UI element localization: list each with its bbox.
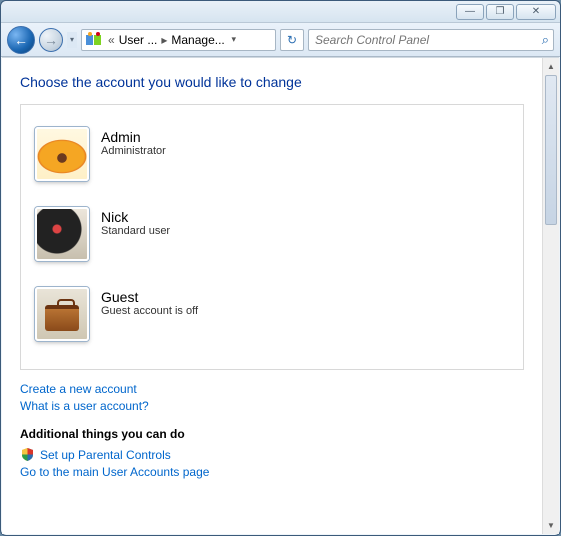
breadcrumb[interactable]: « User ... ▸ Manage... ▾ xyxy=(81,29,276,51)
search-box[interactable]: ⌕ xyxy=(308,29,554,51)
breadcrumb-user[interactable]: User ... xyxy=(117,33,160,47)
scroll-down-button[interactable]: ▼ xyxy=(543,517,559,534)
refresh-icon: ↻ xyxy=(287,33,297,47)
account-role-label: Standard user xyxy=(101,225,170,237)
back-button[interactable]: ← xyxy=(7,26,35,54)
scroll-up-button[interactable]: ▲ xyxy=(543,58,559,75)
accounts-panel: Admin Administrator Nick Standard user G… xyxy=(20,104,524,370)
breadcrumb-overflow[interactable]: « xyxy=(106,33,117,47)
content: Choose the account you would like to cha… xyxy=(2,58,542,534)
titlebar: — ❐ ✕ xyxy=(1,1,560,23)
what-is-account-link[interactable]: What is a user account? xyxy=(20,399,524,413)
account-name-label: Admin xyxy=(101,129,166,145)
vertical-scrollbar[interactable]: ▲ ▼ xyxy=(542,58,559,534)
account-guest[interactable]: Guest Guest account is off xyxy=(31,279,513,359)
content-area: Choose the account you would like to cha… xyxy=(2,57,559,534)
additional-heading: Additional things you can do xyxy=(20,427,524,441)
nav-toolbar: ← → ▾ « User ... ▸ Manage... ▾ ↻ ⌕ xyxy=(1,23,560,57)
control-panel-icon xyxy=(85,31,103,49)
window-frame: — ❐ ✕ ← → ▾ « User ... ▸ Manage... ▾ ↻ ⌕… xyxy=(0,0,561,536)
avatar xyxy=(35,207,89,261)
scroll-thumb[interactable] xyxy=(545,75,557,225)
account-text: Nick Standard user xyxy=(101,207,170,237)
account-role-label: Administrator xyxy=(101,145,166,157)
avatar xyxy=(35,127,89,181)
account-name-label: Guest xyxy=(101,289,198,305)
shield-icon xyxy=(20,447,35,462)
account-nick[interactable]: Nick Standard user xyxy=(31,199,513,279)
chevron-right-icon: ▸ xyxy=(159,33,169,47)
breadcrumb-manage[interactable]: Manage... xyxy=(169,33,226,47)
page-title: Choose the account you would like to cha… xyxy=(20,74,524,90)
account-text: Guest Guest account is off xyxy=(101,287,198,317)
forward-button: → xyxy=(39,28,63,52)
search-input[interactable] xyxy=(313,32,542,48)
breadcrumb-dropdown[interactable]: ▾ xyxy=(227,34,241,45)
parental-controls-link[interactable]: Set up Parental Controls xyxy=(40,448,171,462)
create-account-link[interactable]: Create a new account xyxy=(20,382,524,396)
account-admin[interactable]: Admin Administrator xyxy=(31,119,513,199)
account-name-label: Nick xyxy=(101,209,170,225)
main-accounts-page-link[interactable]: Go to the main User Accounts page xyxy=(20,465,524,479)
account-role-label: Guest account is off xyxy=(101,305,198,317)
search-icon[interactable]: ⌕ xyxy=(542,32,549,48)
account-text: Admin Administrator xyxy=(101,127,166,157)
avatar xyxy=(35,287,89,341)
close-button[interactable]: ✕ xyxy=(516,4,556,20)
nav-history-dropdown[interactable]: ▾ xyxy=(67,32,77,48)
maximize-button[interactable]: ❐ xyxy=(486,4,514,20)
minimize-button[interactable]: — xyxy=(456,4,484,20)
refresh-button[interactable]: ↻ xyxy=(280,29,304,51)
